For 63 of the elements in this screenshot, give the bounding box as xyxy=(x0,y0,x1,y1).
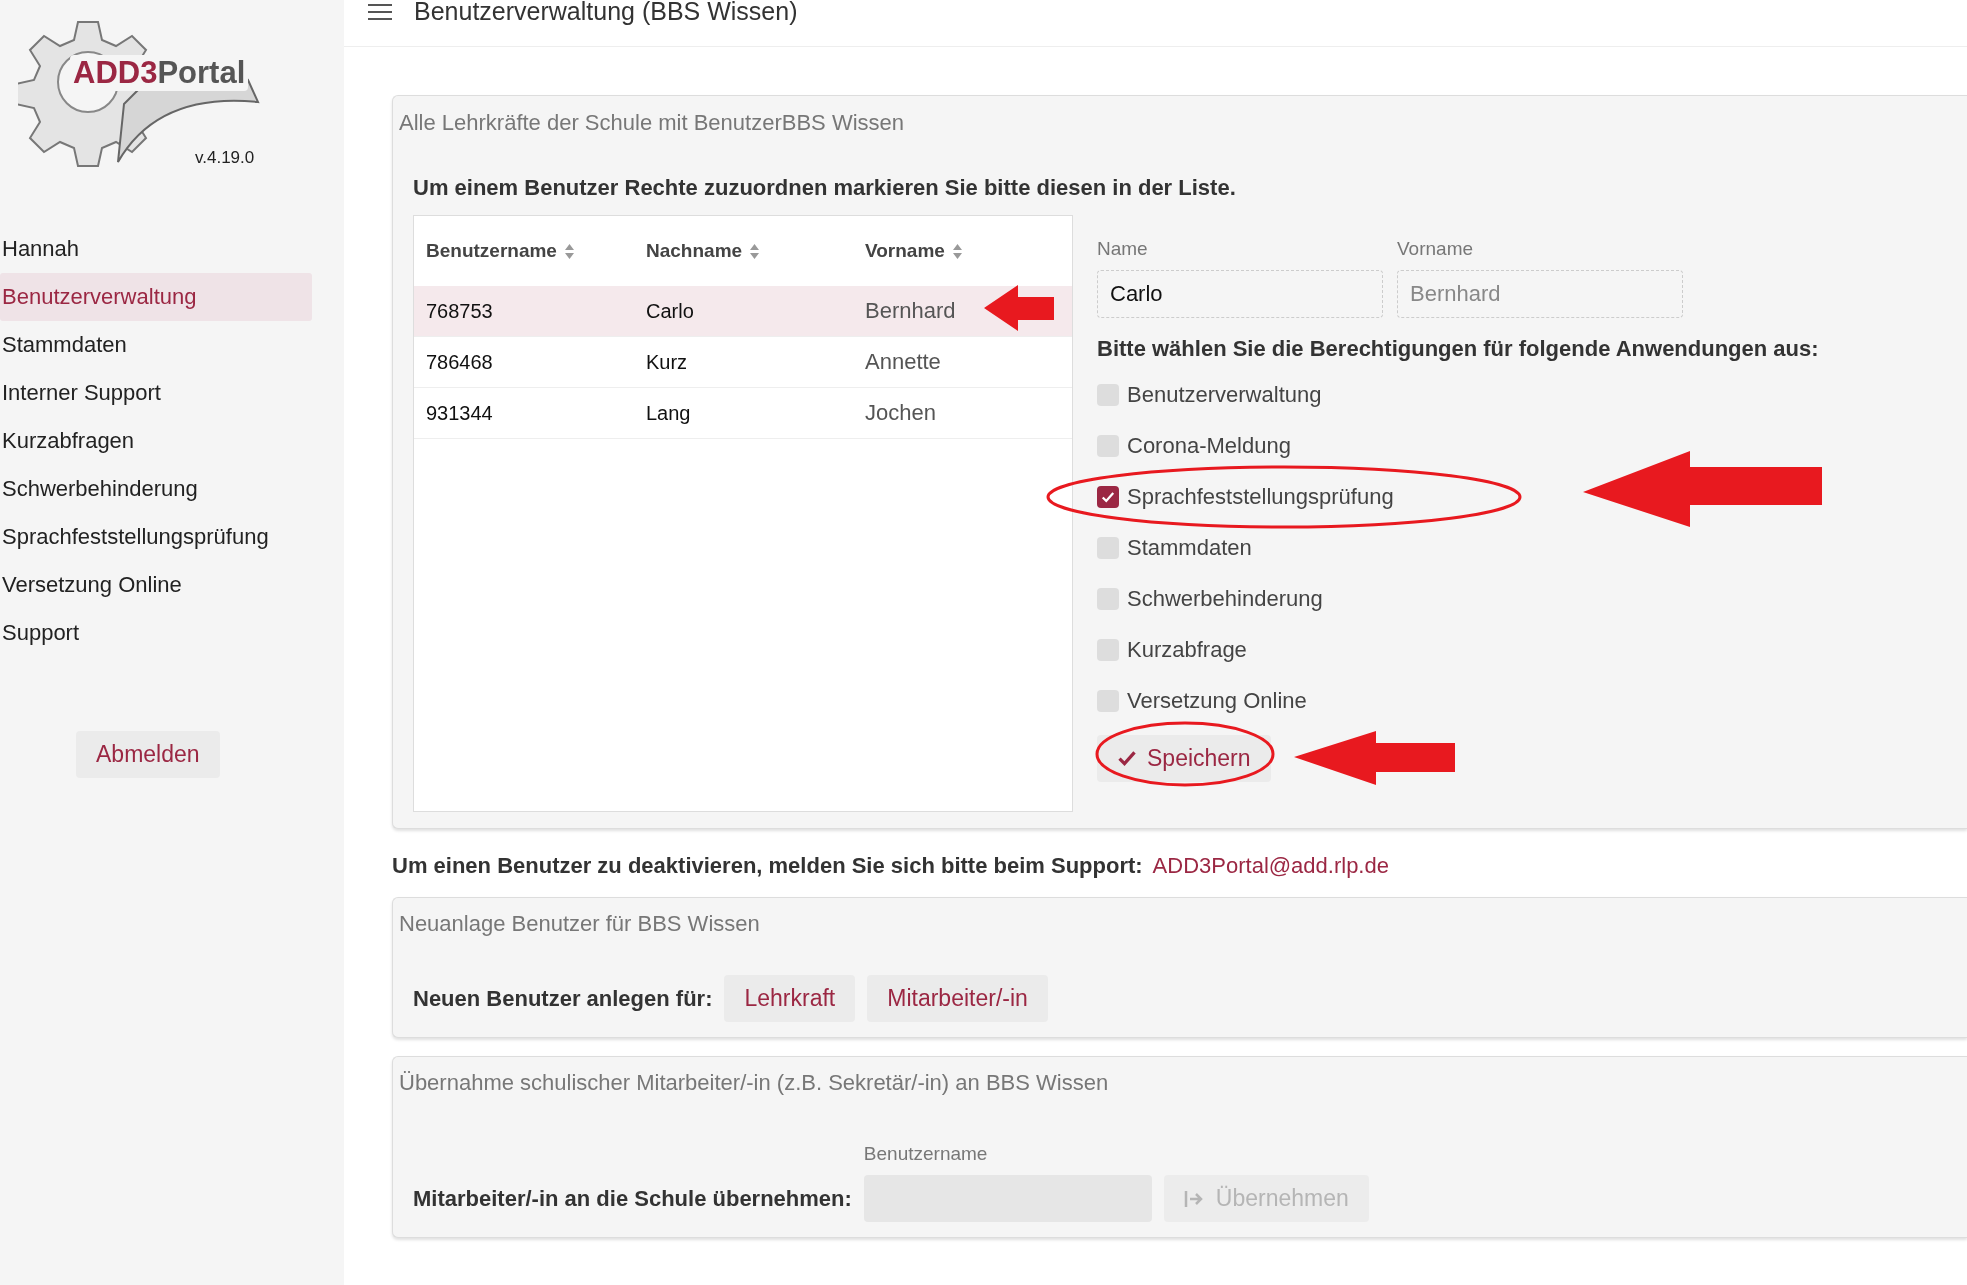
checkbox[interactable] xyxy=(1097,434,1119,457)
checkbox[interactable] xyxy=(1097,485,1119,508)
sidebar-item[interactable]: Versetzung Online xyxy=(0,561,312,609)
panel-title: Neuanlage Benutzer für BBS Wissen xyxy=(399,911,761,936)
table-cell: Lang xyxy=(646,401,691,425)
logout-button[interactable]: Abmelden xyxy=(76,731,220,778)
sidebar-item[interactable]: Benutzerverwaltung xyxy=(0,273,312,321)
checkbox-label: Sprachfeststellungsprüfung xyxy=(1127,483,1394,510)
column-header[interactable]: Vorname xyxy=(865,240,1072,262)
checkbox-label: Benutzerverwaltung xyxy=(1127,381,1322,408)
table-cell: 931344 xyxy=(426,401,493,425)
table-row[interactable]: 768753 Carlo Bernhard xyxy=(414,286,1072,337)
deactivate-note: Um einen Benutzer zu deaktivieren, melden Sie sich bitte beim Support: xyxy=(392,853,1143,878)
sidebar-item[interactable]: Interner Support xyxy=(0,369,312,417)
table-cell: Bernhard xyxy=(865,298,956,324)
column-header[interactable]: Nachname xyxy=(646,240,865,262)
checkbox-label: Stammdaten xyxy=(1127,534,1252,561)
table-cell: 786468 xyxy=(426,350,493,374)
permissions-heading: Bitte wählen Sie die Berechtigungen für folgende Anwendungen aus: xyxy=(1097,336,1819,361)
sidebar-item[interactable]: Stammdaten xyxy=(0,321,312,369)
table-cell: Carlo xyxy=(646,299,694,323)
sidebar-item[interactable]: Sprachfeststellungsprüfung xyxy=(0,513,312,561)
checkbox-label: Versetzung Online xyxy=(1127,687,1307,714)
field-label: Name xyxy=(1097,238,1149,260)
table-cell: Jochen xyxy=(865,400,936,426)
checkbox[interactable] xyxy=(1097,536,1119,559)
column-header[interactable]: Benutzername xyxy=(426,240,646,262)
sort-icon xyxy=(750,243,760,259)
panel-title: Übernahme schulischer Mitarbeiter/-in (z.B. Sekretär/-in) an BBS Wissen xyxy=(399,1070,1110,1095)
checkbox[interactable] xyxy=(1097,587,1119,610)
sort-icon xyxy=(952,243,962,259)
input-field[interactable]: Carlo xyxy=(1097,270,1383,318)
new-user-label: Neuen Benutzer anlegen für: xyxy=(413,985,713,1012)
checkbox[interactable] xyxy=(1097,689,1119,712)
transfer-label: Mitarbeiter/-in an die Schule übernehmen: xyxy=(413,1185,852,1212)
field-label: Vorname xyxy=(1397,238,1475,260)
table-cell: 768753 xyxy=(426,299,493,323)
instruction-text: Um einem Benutzer Rechte zuzuordnen markieren Sie bitte diesen in der Liste. xyxy=(413,175,1237,200)
checkmark-icon xyxy=(1117,748,1137,768)
sidebar-item[interactable]: Support xyxy=(0,609,312,657)
checkbox[interactable] xyxy=(1097,638,1119,661)
checkmark-icon xyxy=(1101,489,1115,504)
field-label: Benutzername xyxy=(863,1143,989,1165)
support-email-link[interactable]: ADD3Portal@add.rlp.de xyxy=(1152,853,1389,878)
sidebar-item[interactable]: Schwerbehinderung xyxy=(0,465,312,513)
create-user-button[interactable]: Mitarbeiter/-in xyxy=(867,975,1048,1022)
checkbox-label: Schwerbehinderung xyxy=(1127,585,1323,612)
table-cell: Kurz xyxy=(646,350,688,374)
version-label: v.4.19.0 xyxy=(195,148,255,168)
sidebar-item[interactable]: Kurzabfragen xyxy=(0,417,312,465)
logo-text: ADD3Portal xyxy=(70,55,249,91)
save-button[interactable]: Speichern xyxy=(1097,734,1271,782)
page-title: Benutzerverwaltung (BBS Wissen) xyxy=(414,0,798,26)
checkbox-label: Kurzabfrage xyxy=(1127,636,1247,663)
menu-icon[interactable] xyxy=(368,4,392,20)
sort-icon xyxy=(564,243,574,259)
sidebar-item[interactable]: Hannah xyxy=(0,225,312,273)
create-user-button[interactable]: Lehrkraft xyxy=(724,975,856,1022)
table-cell: Annette xyxy=(865,349,941,375)
checkbox[interactable] xyxy=(1097,383,1119,406)
annotation-arrow xyxy=(984,285,1054,331)
panel-title: Alle Lehrkräfte der Schule mit BenutzerBBS Wissen xyxy=(399,110,905,135)
checkbox-label: Corona-Meldung xyxy=(1127,432,1291,459)
